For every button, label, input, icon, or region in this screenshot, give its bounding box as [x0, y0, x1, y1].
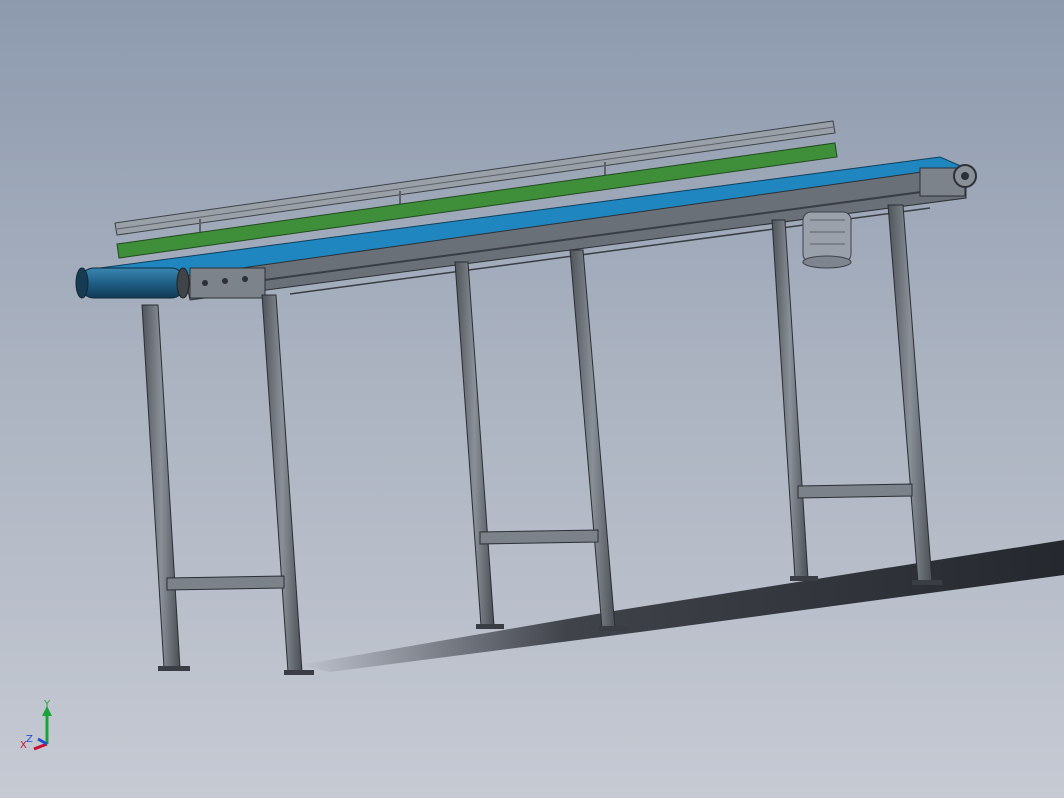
- model-viewport[interactable]: Y X Z: [0, 0, 1064, 798]
- y-axis-label: Y: [43, 699, 51, 710]
- motor-icon: [802, 211, 852, 269]
- axis-triad: Y X Z: [20, 699, 52, 751]
- ground-shadow: [300, 540, 1064, 672]
- cross-brace: [797, 483, 913, 499]
- cross-brace: [166, 575, 285, 591]
- x-axis-arrow: [33, 742, 48, 751]
- leg: [771, 219, 809, 579]
- leg: [569, 249, 616, 629]
- tail-roller: [75, 267, 190, 299]
- conveyor-model[interactable]: Y X Z: [0, 0, 1064, 798]
- leg: [261, 294, 303, 673]
- leg: [887, 204, 933, 583]
- leg: [141, 304, 181, 669]
- z-axis-label: Z: [26, 734, 33, 745]
- leg: [454, 261, 495, 627]
- cross-brace: [479, 529, 599, 545]
